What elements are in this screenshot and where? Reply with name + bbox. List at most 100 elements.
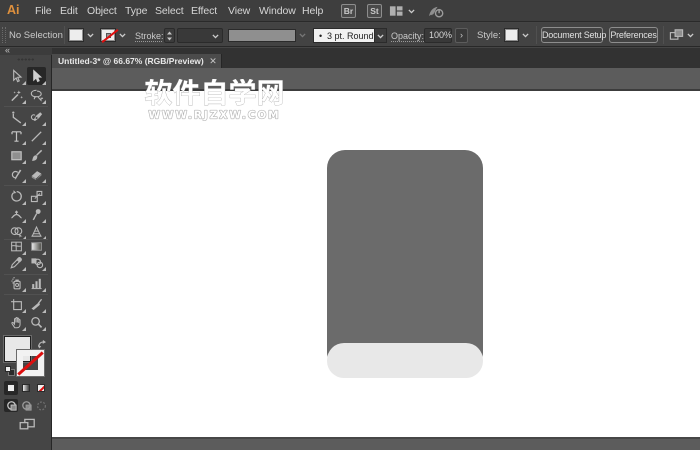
document-setup-button[interactable]: Document Setup <box>541 27 606 43</box>
tool-group-divider <box>4 185 48 186</box>
flyout-triangle <box>42 100 46 104</box>
tool-column-graph[interactable] <box>27 274 46 292</box>
tool-paintbrush[interactable] <box>27 146 46 164</box>
tool-scale[interactable] <box>27 187 46 205</box>
brush-definition-field[interactable]: • 3 pt. Round <box>313 28 375 43</box>
book-shape[interactable] <box>327 150 483 378</box>
menu-item-help[interactable]: Help <box>302 5 323 17</box>
flyout-triangle <box>21 141 26 145</box>
tool-puppet-warp[interactable] <box>27 205 46 223</box>
arrange-documents-icon[interactable] <box>669 28 684 41</box>
tool-eyedropper[interactable] <box>7 253 26 271</box>
flyout-triangle <box>42 288 46 292</box>
menu-item-window[interactable]: Window <box>259 5 296 17</box>
none-button[interactable] <box>34 381 48 395</box>
arrange-chevron-icon[interactable] <box>687 32 694 39</box>
more-arrow-glyph: › <box>460 30 463 40</box>
flyout-triangle <box>21 100 26 104</box>
menu-item-object[interactable]: Object <box>87 5 117 17</box>
flyout-triangle <box>21 200 26 205</box>
stroke-weight-chevron-icon[interactable] <box>212 33 219 40</box>
control-bar: No Selection Stroke: • 3 pt. Round Opaci… <box>0 23 700 47</box>
draw-behind-button[interactable] <box>19 399 33 412</box>
screen-mode-button[interactable] <box>19 417 35 430</box>
menu-item-view[interactable]: View <box>228 5 250 17</box>
panel-drag-handle[interactable] <box>17 58 35 61</box>
fill-chevron-icon[interactable] <box>87 32 94 39</box>
stroke-chevron-icon[interactable] <box>119 32 126 39</box>
menu-item-file[interactable]: File <box>35 5 52 17</box>
draw-inside-button[interactable] <box>34 399 48 412</box>
preferences-button[interactable]: Preferences <box>609 27 658 43</box>
style-swatch[interactable] <box>504 28 519 42</box>
tool-hand[interactable] <box>7 313 26 331</box>
svg-text:WWW.RJZXW.COM: WWW.RJZXW.COM <box>148 110 280 122</box>
separator <box>663 26 664 44</box>
panel-grip[interactable] <box>2 27 6 43</box>
menu-item-edit[interactable]: Edit <box>60 5 78 17</box>
workspace-chevron-icon[interactable] <box>408 8 415 15</box>
opacity-value: 100% <box>429 30 453 40</box>
separator <box>64 26 65 44</box>
brush-definition-dropdown[interactable] <box>375 28 387 43</box>
fill-color-swatch[interactable] <box>68 28 84 42</box>
watermark: WWW.RJZXW.COM <box>144 79 294 121</box>
tool-magic-wand[interactable] <box>7 86 26 104</box>
stroke-weight-field[interactable] <box>177 28 223 43</box>
tool-artboard[interactable] <box>7 295 26 313</box>
tool-symbol-sprayer[interactable] <box>7 274 26 292</box>
tab-close-icon[interactable]: ✕ <box>207 55 219 67</box>
tool-pen[interactable] <box>27 108 46 126</box>
draw-normal-button[interactable] <box>4 399 18 412</box>
color-button[interactable] <box>4 381 18 395</box>
flyout-triangle <box>42 160 46 164</box>
flyout-triangle <box>42 122 46 126</box>
tool-zoom[interactable] <box>27 313 46 331</box>
swap-fill-stroke-icon[interactable] <box>36 337 47 350</box>
illustrator-window: Ai Br St File Edit Object Type Select Effect V… <box>0 0 700 450</box>
tool-type[interactable] <box>7 127 26 145</box>
opacity-field[interactable]: 100% <box>424 28 452 43</box>
stroke-color-swatch[interactable] <box>100 28 119 43</box>
workspace-switcher-icon[interactable] <box>389 4 404 18</box>
opacity-panel-link[interactable]: Opacity: <box>391 31 424 41</box>
menu-item-type[interactable]: Type <box>125 5 147 17</box>
menu-item-select[interactable]: Select <box>155 5 184 17</box>
width-profile-preview[interactable] <box>228 29 296 42</box>
style-chevron-icon[interactable] <box>522 32 529 39</box>
stroke-panel-link[interactable]: Stroke: <box>135 31 164 41</box>
tool-curvature[interactable] <box>7 108 26 126</box>
tool-slice[interactable] <box>27 295 46 313</box>
tool-line-segment[interactable] <box>27 127 46 145</box>
none-diagonal <box>101 29 119 43</box>
opacity-more-button[interactable]: › <box>455 28 468 43</box>
tool-shaper[interactable] <box>7 165 26 183</box>
tool-eraser[interactable] <box>27 165 46 183</box>
tool-rotate[interactable] <box>7 187 26 205</box>
default-fill-stroke-icon[interactable] <box>5 366 16 376</box>
tool-rectangle[interactable] <box>7 146 26 164</box>
menu-item-effect[interactable]: Effect <box>191 5 217 17</box>
selection-status: No Selection <box>9 30 63 41</box>
book-band-rectangle[interactable] <box>327 343 483 378</box>
stroke-proxy-swatch[interactable] <box>16 349 45 377</box>
pasteboard[interactable]: WWW.RJZXW.COM <box>52 68 700 450</box>
flyout-triangle <box>42 81 46 85</box>
width-profile-chevron-icon[interactable] <box>299 32 306 39</box>
document-tab[interactable]: Untitled-3* @ 66.67% (RGB/Preview) ✕ <box>52 54 222 68</box>
gradient-button[interactable] <box>19 381 33 395</box>
tool-blend[interactable] <box>27 253 46 271</box>
stock-button[interactable]: St <box>367 4 382 18</box>
flyout-triangle <box>42 178 46 183</box>
tool-width[interactable] <box>7 205 26 223</box>
watermark-title-text <box>144 79 283 106</box>
stroke-weight-stepper[interactable] <box>164 28 175 43</box>
tool-lasso[interactable] <box>27 86 46 104</box>
tool-group-divider <box>4 106 48 107</box>
tool-selection[interactable] <box>7 67 26 85</box>
book-cover-rectangle[interactable] <box>327 150 483 371</box>
bridge-button[interactable]: Br <box>341 4 356 18</box>
share-power-icon[interactable] <box>427 4 444 18</box>
flyout-triangle <box>21 288 26 292</box>
tool-direct-selection[interactable] <box>27 67 46 85</box>
